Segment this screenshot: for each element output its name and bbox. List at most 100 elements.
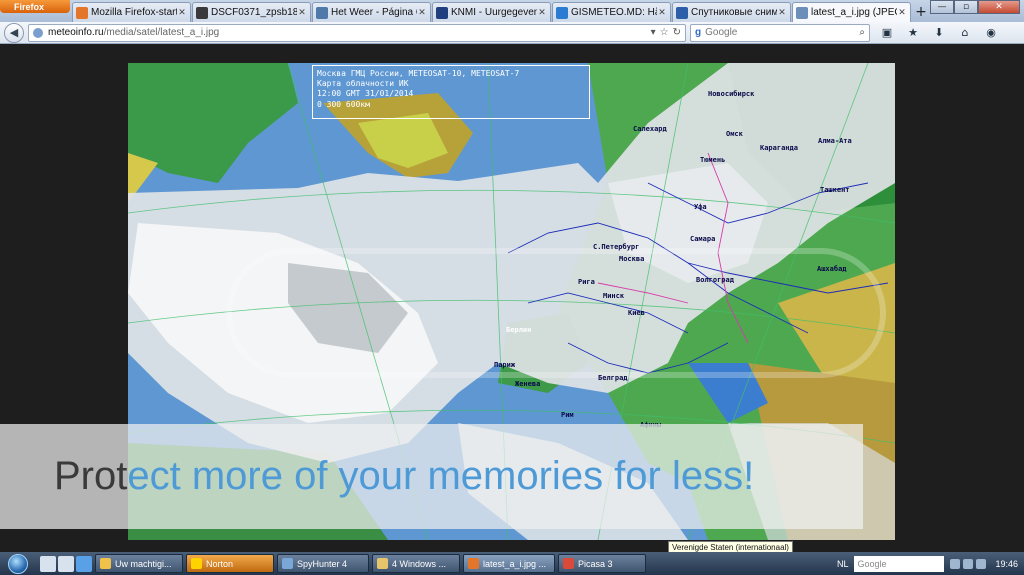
norton-icon — [191, 558, 202, 569]
tray-app-icon[interactable] — [976, 558, 987, 569]
banner-text-part2: ect more of your memories for less! — [127, 454, 755, 498]
close-tab-icon[interactable]: ✕ — [777, 7, 787, 18]
bookmarks-icon[interactable]: ★ — [902, 24, 924, 42]
tab-latest-jpg[interactable]: latest_a_i.jpg (JPEG-... ✕ — [792, 2, 911, 22]
dropdown-icon[interactable]: ▾ — [651, 27, 656, 38]
map-header-box: Москва ГМЦ России, METEOSAT-10, METEOSAT… — [312, 65, 590, 119]
map-header-line1: Москва ГМЦ России, METEOSAT-10, METEOSAT… — [317, 69, 520, 78]
city-label: Алма-Ата — [818, 137, 852, 145]
volume-icon[interactable] — [963, 558, 974, 569]
city-label: Ташкент — [820, 186, 850, 194]
back-arrow-icon: ◀ — [9, 26, 19, 39]
show-desktop-icon[interactable] — [40, 555, 56, 572]
screenshot-icon[interactable]: ▣ — [876, 24, 898, 42]
tab-label: KNMI - Uurgegeven... — [451, 7, 537, 18]
photobucket-logo-watermark — [226, 248, 886, 378]
internet-explorer-icon[interactable] — [76, 555, 92, 572]
city-label: С.Петербург — [593, 243, 640, 251]
city-label: Омск — [726, 130, 743, 138]
taskbar-button-windows-explorer[interactable]: 4 Windows ... — [372, 554, 460, 573]
city-label: Москва — [619, 255, 645, 263]
start-button[interactable] — [0, 552, 36, 575]
tab-bar: Firefox Mozilla Firefox-start... ✕ DSCF0… — [0, 0, 1024, 22]
close-tab-icon[interactable]: ✕ — [537, 7, 547, 18]
taskbar-button-spyhunter[interactable]: SpyHunter 4 — [277, 554, 369, 573]
taskbar-button-label: SpyHunter 4 — [297, 558, 348, 569]
close-tab-icon[interactable]: ✕ — [897, 7, 907, 18]
tab-label: Mozilla Firefox-start... — [91, 7, 177, 18]
url-tools: ▾ ☆ ↻ — [651, 27, 681, 38]
city-label: Рига — [578, 278, 595, 286]
close-tab-icon[interactable]: ✕ — [657, 7, 667, 18]
city-label: Киев — [628, 309, 645, 317]
photobucket-banner: Prot ect more of your memories for less! — [0, 424, 863, 529]
city-label: Салехард — [633, 125, 667, 133]
close-window-button[interactable]: ✕ — [978, 0, 1020, 14]
city-label: Тюмень — [700, 156, 726, 164]
search-input[interactable]: g Google ⌕ — [690, 23, 870, 42]
tab-het-weer[interactable]: Het Weer - Página 6... ✕ — [312, 2, 431, 22]
taskbar: Uw machtigi... Norton SpyHunter 4 4 Wind… — [0, 552, 1024, 575]
tab-label: latest_a_i.jpg (JPEG-... — [811, 7, 897, 18]
image-icon — [196, 6, 208, 19]
home-icon[interactable]: ⌂ — [954, 24, 976, 42]
knmi-icon — [436, 6, 448, 19]
screen: Firefox Mozilla Firefox-start... ✕ DSCF0… — [0, 0, 1024, 575]
site-identity-icon[interactable] — [33, 27, 43, 38]
tab-mozilla-start[interactable]: Mozilla Firefox-start... ✕ — [72, 2, 191, 22]
firefox-menu-button[interactable]: Firefox — [0, 0, 70, 13]
language-indicator[interactable]: NL — [837, 559, 849, 569]
tab-sputnik[interactable]: Спутниковые сним... ✕ — [672, 2, 791, 22]
folder-icon — [377, 558, 388, 569]
taskbar-button-uw-machtiging[interactable]: Uw machtigi... — [95, 554, 183, 573]
url-bar[interactable]: meteoinfo.ru /media/satel/latest_a_i.jpg… — [28, 23, 686, 42]
map-header-line2: Карта облачности ИК — [317, 79, 409, 88]
tab-label: DSCF0371_zpsb187c... — [211, 7, 297, 18]
taskbar-button-picasa[interactable]: Picasa 3 — [558, 554, 646, 573]
taskbar-button-norton[interactable]: Norton — [186, 554, 274, 573]
tab-dscf0371[interactable]: DSCF0371_zpsb187c... ✕ — [192, 2, 311, 22]
taskbar-button-label: Uw machtigi... — [115, 558, 172, 569]
network-icon[interactable] — [950, 558, 961, 569]
search-icon[interactable]: ⌕ — [859, 27, 865, 38]
google-icon[interactable]: g — [695, 27, 701, 38]
switch-windows-icon[interactable] — [58, 555, 74, 572]
toolbar-icons: ▣ ★ ⬇ ⌂ ◉ — [876, 24, 1002, 42]
quick-launch — [40, 555, 92, 572]
back-button[interactable]: ◀ — [4, 22, 24, 43]
minimize-button[interactable]: — — [930, 0, 954, 14]
download-icon[interactable]: ⬇ — [928, 24, 950, 42]
close-tab-icon[interactable]: ✕ — [297, 7, 307, 18]
city-label: Белград — [598, 374, 628, 382]
tab-label: Спутниковые сним... — [691, 7, 777, 18]
close-tab-icon[interactable]: ✕ — [417, 7, 427, 18]
tab-label: GISMETEO.MD: Hărț... — [571, 7, 657, 18]
new-tab-button[interactable]: + — [912, 2, 930, 22]
clock[interactable]: 19:46 — [995, 559, 1018, 569]
tab-label: Het Weer - Página 6... — [331, 7, 417, 18]
picasa-icon — [563, 558, 574, 569]
taskbar-button-label: Norton — [206, 558, 234, 569]
tab-gismeteo[interactable]: GISMETEO.MD: Hărț... ✕ — [552, 2, 671, 22]
taskbar-button-label: 4 Windows ... — [392, 558, 447, 569]
taskbar-button-firefox[interactable]: latest_a_i.jpg ... — [463, 554, 555, 573]
globe-icon — [316, 6, 328, 19]
city-label: Караганда — [760, 144, 798, 152]
taskbar-button-label: Picasa 3 — [578, 558, 613, 569]
gismeteo-icon — [556, 6, 568, 19]
close-tab-icon[interactable]: ✕ — [177, 7, 187, 18]
city-label: Минск — [603, 292, 625, 300]
bookmark-star-icon[interactable]: ☆ — [660, 27, 669, 38]
city-label: Берлин — [506, 326, 532, 334]
firefox-icon — [76, 6, 88, 19]
reload-icon[interactable]: ↻ — [673, 27, 681, 38]
map-header-line3: 12:00 GMT 31/01/2014 — [317, 89, 414, 98]
norton-icon[interactable]: ◉ — [980, 24, 1002, 42]
firefox-icon — [468, 558, 479, 569]
tab-knmi[interactable]: KNMI - Uurgegeven... ✕ — [432, 2, 551, 22]
maximize-button[interactable]: ▫ — [954, 0, 978, 14]
meteo-icon — [676, 6, 688, 19]
city-label: Волгоград — [696, 276, 734, 284]
window-controls: — ▫ ✕ — [930, 0, 1020, 16]
taskbar-google-search[interactable]: Google — [854, 555, 945, 572]
